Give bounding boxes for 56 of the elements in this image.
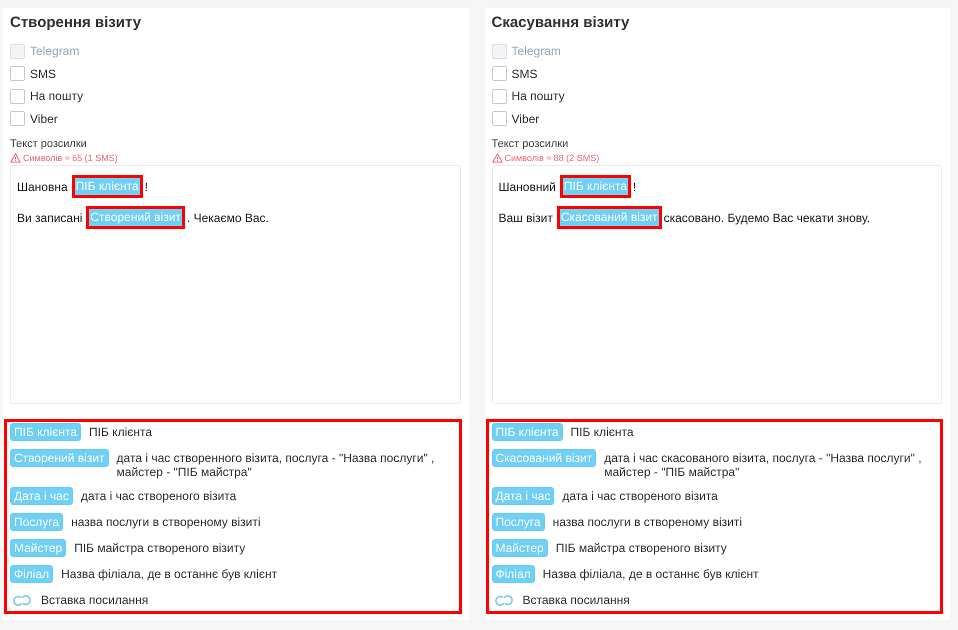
section-title: Скасування візиту bbox=[492, 14, 630, 32]
variable-description: ПІБ клієнта bbox=[89, 424, 154, 439]
variable-chip[interactable]: ПІБ клієнта bbox=[560, 175, 631, 198]
variable-description: ПІБ майстра створеного візиту bbox=[556, 540, 728, 555]
warning-icon bbox=[492, 153, 502, 163]
variable-description: Назва філіала, де в останнє був клієнт bbox=[61, 566, 278, 581]
message-text: скасовано. Будемо Вас чекати знову. bbox=[664, 210, 870, 224]
channel-checkbox[interactable]: Viber bbox=[10, 108, 58, 130]
variable-button[interactable]: Послуга bbox=[492, 513, 545, 531]
channel-checkbox[interactable]: SMS bbox=[10, 62, 56, 85]
field-label: Текст розсилки bbox=[492, 138, 568, 151]
character-count: Символів ≈ 88 (2 SMS) bbox=[504, 152, 600, 164]
variable-button[interactable]: ПІБ клієнта bbox=[10, 423, 82, 441]
message-text: Шановна bbox=[17, 180, 68, 194]
variable-chip[interactable]: ПІБ клієнта bbox=[72, 175, 143, 198]
message-text: Шановний bbox=[498, 180, 556, 194]
message-text: Ви записані bbox=[17, 210, 82, 224]
variable-description: Назва філіала, де в останнє був клієнт bbox=[542, 566, 760, 581]
variable-description: дата і час створеного візита bbox=[562, 488, 719, 503]
variable-description: дата і час створеного візита bbox=[80, 488, 238, 503]
section-title: Створення візиту bbox=[10, 14, 142, 32]
link-icon[interactable] bbox=[12, 594, 32, 606]
variable-description: дата і час скасованого візита, послуга - "Назва послуги" , майстер - "ПІБ майстра" bbox=[604, 450, 923, 479]
insert-link[interactable]: Вставка посилання bbox=[522, 593, 630, 607]
variable-description: ПІБ майстра створеного візиту bbox=[74, 540, 246, 555]
channel-checkbox[interactable]: На пошту bbox=[10, 85, 84, 108]
variable-button[interactable]: Філіал bbox=[492, 565, 535, 583]
variable-description: ПІБ клієнта bbox=[570, 424, 635, 439]
channel-checkbox[interactable]: Viber bbox=[492, 108, 540, 130]
field-label: Текст розсилки bbox=[10, 138, 87, 151]
variable-button[interactable]: Дата і час bbox=[10, 487, 73, 505]
variable-button[interactable]: Створений візит bbox=[10, 449, 109, 467]
message-field[interactable]: Шановний ПІБ клієнта ! Ваш візит Скасований візит скасовано. Будемо Вас чекати знову. bbox=[492, 165, 942, 404]
message-field[interactable]: Шановна ПІБ клієнта ! Ви записані Створений візит . Чекаємо Вас. bbox=[10, 165, 460, 404]
warning-icon bbox=[10, 153, 21, 163]
message-text: ! bbox=[144, 180, 148, 194]
variable-button[interactable]: Послуга bbox=[10, 513, 64, 531]
message-text: Ваш візит bbox=[498, 210, 553, 224]
variable-button[interactable]: Філіал bbox=[10, 565, 54, 583]
variable-description: назва послуги в створеному візиті bbox=[71, 514, 262, 529]
channel-checkbox[interactable]: На пошту bbox=[492, 85, 565, 108]
variable-button[interactable]: Майстер bbox=[492, 539, 548, 557]
channel-checkbox[interactable]: SMS bbox=[492, 62, 538, 85]
variable-chip[interactable]: Створений візит bbox=[86, 206, 185, 229]
insert-link[interactable]: Вставка посилання bbox=[41, 593, 148, 607]
variable-button[interactable]: Майстер bbox=[10, 539, 66, 557]
character-count: Символів ≈ 65 (1 SMS) bbox=[23, 152, 118, 164]
variable-button[interactable]: Скасований візит bbox=[492, 449, 596, 467]
variable-button[interactable]: Дата і час bbox=[492, 487, 554, 505]
message-text: . Чекаємо Вас. bbox=[186, 210, 269, 224]
link-icon[interactable] bbox=[494, 594, 514, 606]
variable-chip[interactable]: Скасований візит bbox=[556, 206, 662, 229]
message-text: ! bbox=[632, 180, 636, 194]
variable-description: дата і час створенного візита, послуга - "Назва послуги" , майстер - "ПІБ майстра" bbox=[116, 450, 436, 479]
variable-button[interactable]: ПІБ клієнта bbox=[492, 423, 563, 441]
variable-description: назва послуги в створеному візиті bbox=[552, 514, 743, 529]
